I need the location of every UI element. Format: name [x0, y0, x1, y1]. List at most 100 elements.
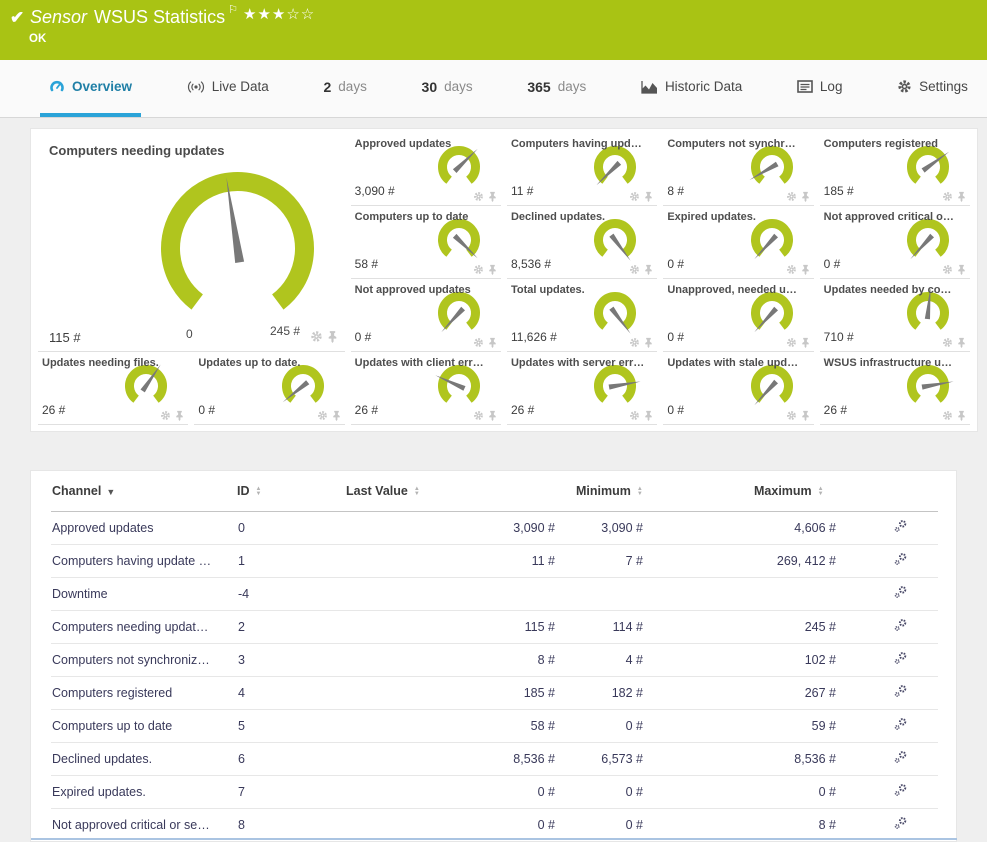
cell-channel[interactable]: Computers registered	[51, 677, 236, 710]
gauge-cell-updates-with-stale-upd[interactable]: Updates with stale upd…0 #	[663, 353, 813, 425]
gauge-cell-total-updates[interactable]: Total updates.11,626 #	[507, 280, 657, 352]
gauge-settings-gear-icon[interactable]	[473, 337, 484, 348]
gauge-cell-computers-having-upd[interactable]: Computers having upd…11 #	[507, 134, 657, 206]
gauge-settings-gear-icon[interactable]	[473, 191, 484, 202]
gauge-settings-gear-icon[interactable]	[629, 410, 640, 421]
gauge-cell-updates-with-server-err[interactable]: Updates with server err…26 #	[507, 353, 657, 425]
gauge-settings-gear-icon[interactable]	[629, 264, 640, 275]
gauge-cell-not-approved-updates[interactable]: Not approved updates0 #	[351, 280, 501, 352]
main-gauge-panel[interactable]: Computers needing updates 115 # 0 245 #	[38, 134, 345, 352]
pin-icon[interactable]	[487, 264, 498, 275]
edit-channel-icon[interactable]	[893, 618, 908, 633]
pin-icon[interactable]	[487, 410, 498, 421]
cell-channel[interactable]: Computers not synchroniz…	[51, 644, 236, 677]
pin-icon[interactable]	[956, 191, 967, 202]
pin-icon[interactable]	[800, 191, 811, 202]
gauge-settings-gear-icon[interactable]	[160, 410, 171, 421]
tab-2-days[interactable]: 2 days	[315, 60, 376, 117]
pin-icon[interactable]	[643, 191, 654, 202]
gauge-cell-computers-not-synchr[interactable]: Computers not synchr…8 #	[663, 134, 813, 206]
tab-365-days[interactable]: 365 days	[518, 60, 595, 117]
tab-log[interactable]: Log	[788, 60, 852, 117]
gauge-settings-gear-icon[interactable]	[473, 410, 484, 421]
tab-settings[interactable]: Settings	[888, 60, 977, 117]
column-header-channel[interactable]: Channel▼	[51, 471, 236, 512]
tab-historic-data[interactable]: Historic Data	[632, 60, 751, 117]
tab-30-days[interactable]: 30 days	[413, 60, 482, 117]
gauge-title: Updates needed by co…	[824, 284, 952, 296]
gauge-settings-gear-icon[interactable]	[786, 264, 797, 275]
gauge-value: 11,626 #	[511, 330, 557, 344]
pin-icon[interactable]	[800, 337, 811, 348]
table-row: Expired updates.70 #0 #0 #	[51, 776, 938, 809]
edit-channel-icon[interactable]	[893, 519, 908, 534]
gauge-settings-gear-icon[interactable]	[942, 337, 953, 348]
pin-icon[interactable]	[643, 337, 654, 348]
pin-icon[interactable]	[643, 264, 654, 275]
column-header-last-value[interactable]: Last Value▲▼	[331, 471, 561, 512]
gauge-cell-approved-updates[interactable]: Approved updates3,090 #	[351, 134, 501, 206]
flag-icon[interactable]: ⚐	[228, 4, 238, 16]
cell-channel[interactable]: Computers needing updat…	[51, 611, 236, 644]
gauge-settings-gear-icon[interactable]	[310, 330, 323, 343]
gauge-settings-gear-icon[interactable]	[942, 264, 953, 275]
gauge-settings-gear-icon[interactable]	[786, 410, 797, 421]
gauge-settings-gear-icon[interactable]	[942, 191, 953, 202]
cell-channel[interactable]: Not approved critical or se…	[51, 809, 236, 842]
edit-channel-icon[interactable]	[893, 717, 908, 732]
gauge-settings-gear-icon[interactable]	[786, 337, 797, 348]
tab-overview[interactable]: Overview	[40, 60, 141, 117]
gauge-cell-updates-with-client-err[interactable]: Updates with client err…26 #	[351, 353, 501, 425]
gauge-cell-computers-registered[interactable]: Computers registered185 #	[820, 134, 970, 206]
gauge-cell-expired-updates[interactable]: Expired updates.0 #	[663, 207, 813, 279]
gauge-value: 8,536 #	[511, 257, 551, 271]
edit-channel-icon[interactable]	[893, 783, 908, 798]
edit-channel-icon[interactable]	[893, 651, 908, 666]
cell-actions	[842, 644, 938, 677]
gauge-cell-updates-up-to-date[interactable]: Updates up to date.0 #	[194, 353, 344, 425]
gauge-settings-gear-icon[interactable]	[942, 410, 953, 421]
pin-icon[interactable]	[800, 410, 811, 421]
cell-channel[interactable]: Declined updates.	[51, 743, 236, 776]
pin-icon[interactable]	[800, 264, 811, 275]
gauge-settings-gear-icon[interactable]	[317, 410, 328, 421]
cell-actions	[842, 776, 938, 809]
gauge-cell-declined-updates[interactable]: Declined updates.8,536 #	[507, 207, 657, 279]
pin-icon[interactable]	[487, 337, 498, 348]
gauge-cell-wsus-infrastructure-u[interactable]: WSUS infrastructure u…26 #	[820, 353, 970, 425]
cell-channel[interactable]: Computers up to date	[51, 710, 236, 743]
pin-icon[interactable]	[956, 337, 967, 348]
pin-icon[interactable]	[487, 191, 498, 202]
column-header-id[interactable]: ID▲▼	[236, 471, 331, 512]
column-header-minimum[interactable]: Minimum▲▼	[561, 471, 649, 512]
cell-channel[interactable]: Computers having update …	[51, 545, 236, 578]
gauge-cell-computers-up-to-date[interactable]: Computers up to date58 #	[351, 207, 501, 279]
pin-icon[interactable]	[956, 264, 967, 275]
edit-channel-icon[interactable]	[893, 684, 908, 699]
edit-channel-icon[interactable]	[893, 750, 908, 765]
cell-channel[interactable]: Downtime	[51, 578, 236, 611]
edit-channel-icon[interactable]	[893, 816, 908, 831]
cell-channel[interactable]: Expired updates.	[51, 776, 236, 809]
cell-actions	[842, 512, 938, 545]
pin-icon[interactable]	[174, 410, 185, 421]
gauge-cell-updates-needing-files[interactable]: Updates needing files.26 #	[38, 353, 188, 425]
gauge-settings-gear-icon[interactable]	[629, 337, 640, 348]
gauge-settings-gear-icon[interactable]	[629, 191, 640, 202]
cell-channel[interactable]: Approved updates	[51, 512, 236, 545]
pin-icon[interactable]	[643, 410, 654, 421]
pin-icon[interactable]	[326, 330, 339, 343]
column-header-maximum[interactable]: Maximum▲▼	[649, 471, 842, 512]
edit-channel-icon[interactable]	[893, 585, 908, 600]
gauge-settings-gear-icon[interactable]	[473, 264, 484, 275]
pin-icon[interactable]	[331, 410, 342, 421]
priority-stars[interactable]: ★★★☆☆	[243, 5, 315, 23]
gauge-cell-updates-needed-by-co[interactable]: Updates needed by co…710 #	[820, 280, 970, 352]
gauge-cell-not-approved-critical-o[interactable]: Not approved critical o…0 #	[820, 207, 970, 279]
tab-live-data[interactable]: Live Data	[178, 60, 278, 117]
cell-id: 7	[236, 776, 331, 809]
gauge-cell-unapproved-needed-u[interactable]: Unapproved, needed u…0 #	[663, 280, 813, 352]
gauge-settings-gear-icon[interactable]	[786, 191, 797, 202]
pin-icon[interactable]	[956, 410, 967, 421]
edit-channel-icon[interactable]	[893, 552, 908, 567]
